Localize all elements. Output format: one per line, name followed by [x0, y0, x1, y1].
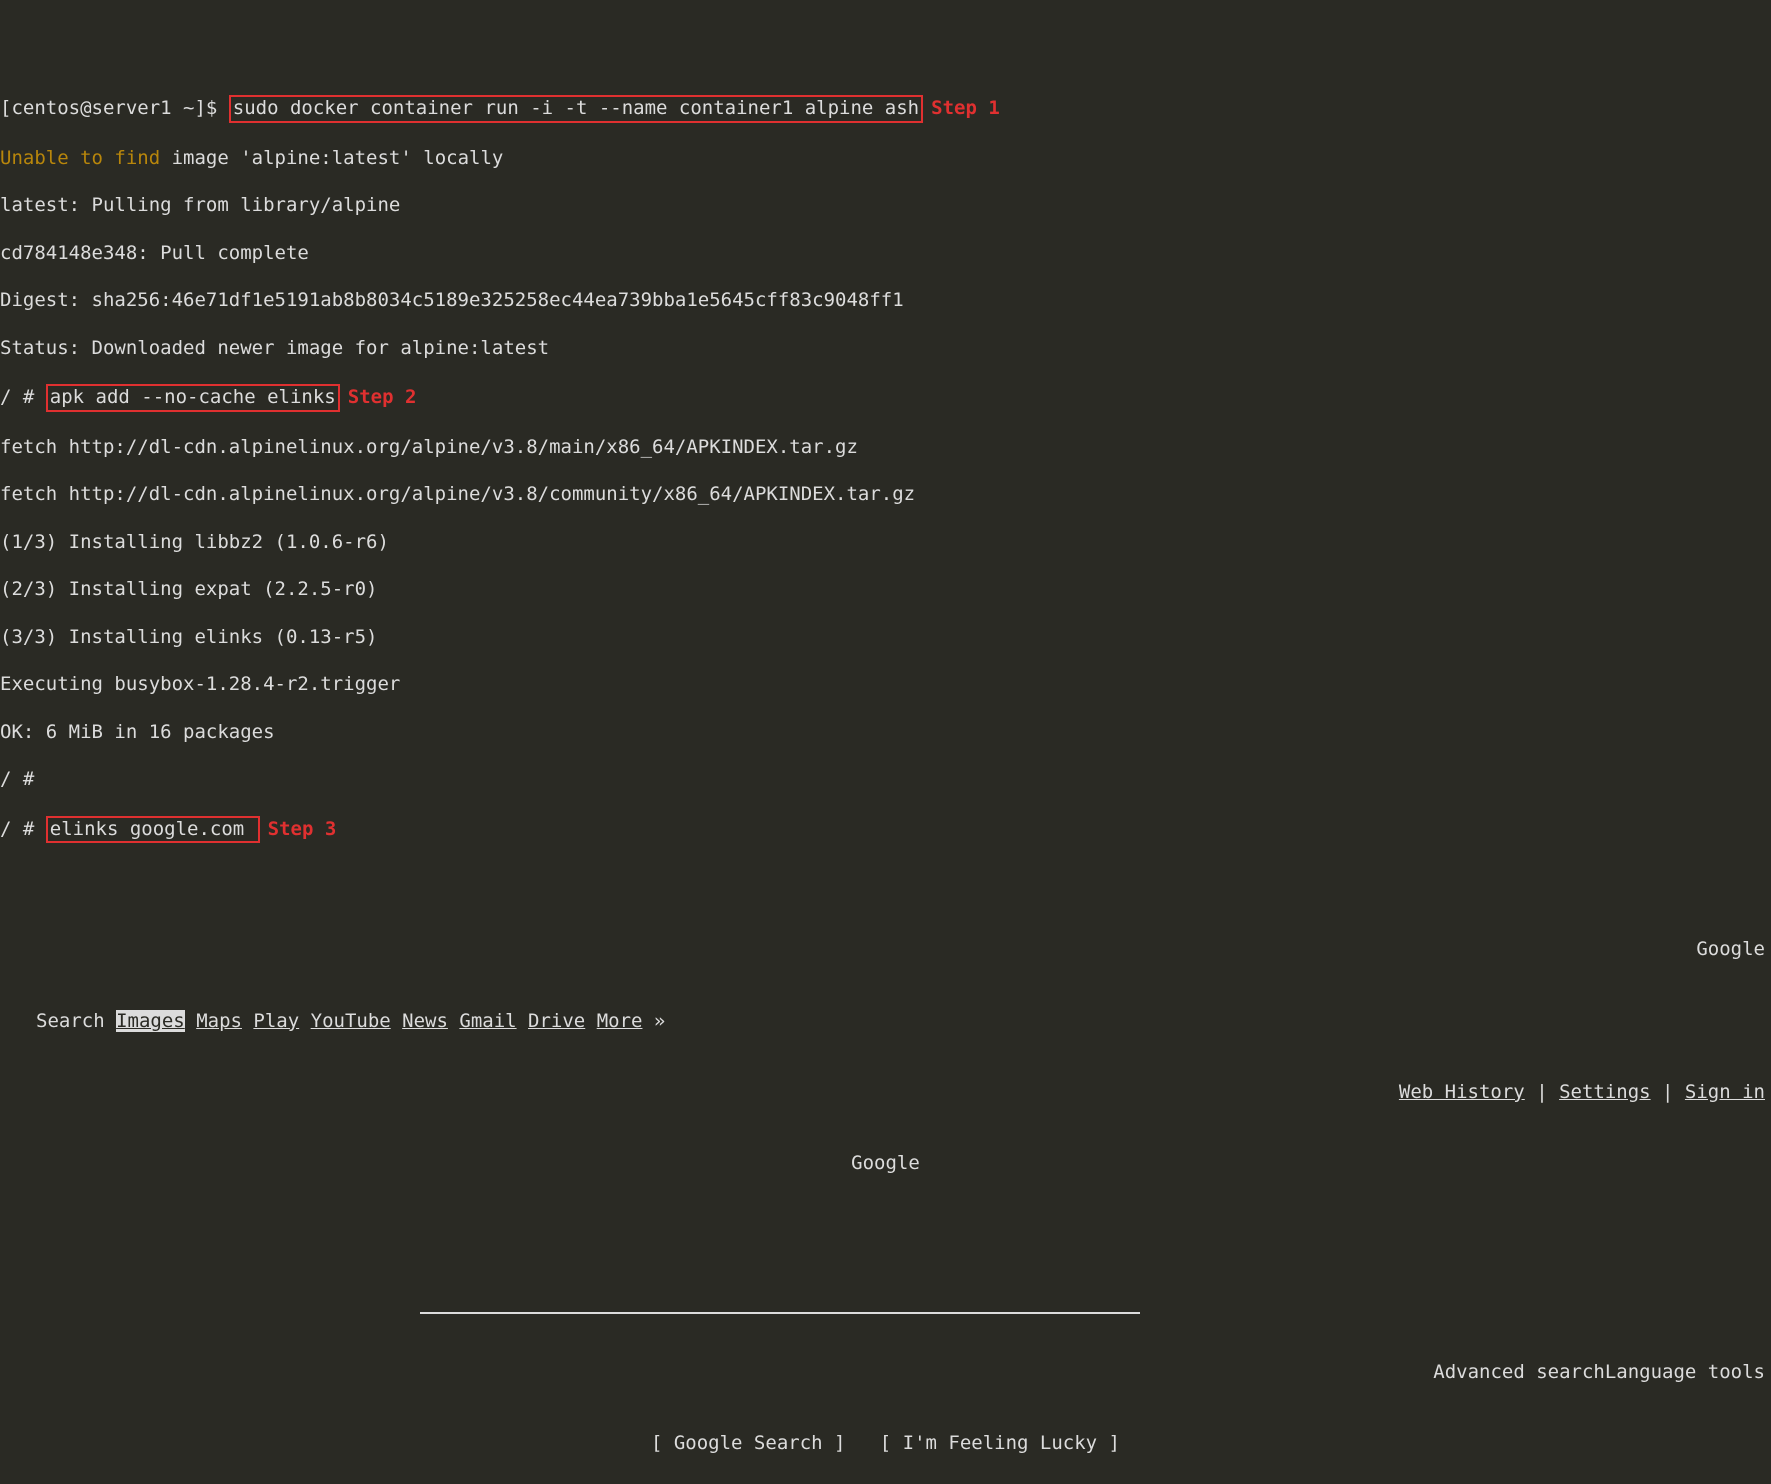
terminal-output: Unable to find image 'alpine:latest' loc…: [0, 147, 1771, 171]
blank-line: [0, 1223, 1771, 1247]
page-title: Google: [0, 938, 1771, 962]
terminal-line-prompt2: / # apk add --no-cache elinks Step 2: [0, 384, 1771, 412]
terminal-line-prompt3: / # elinks google.com Step 3: [0, 816, 1771, 844]
step2-label: Step 2: [348, 386, 417, 408]
warn-text: Unable to find: [0, 147, 160, 169]
nav-maps[interactable]: Maps: [196, 1010, 242, 1032]
nav-search[interactable]: Search: [36, 1010, 105, 1032]
advanced-tools[interactable]: Advanced searchLanguage tools: [0, 1361, 1771, 1385]
terminal-output: (3/3) Installing elinks (0.13-r5): [0, 626, 1771, 650]
link-settings[interactable]: Settings: [1559, 1081, 1651, 1103]
container-prompt: / #: [0, 818, 46, 840]
google-nav-bar: Search Images Maps Play YouTube News Gma…: [0, 1010, 1771, 1034]
elinks-viewport: Google Search Images Maps Play YouTube N…: [0, 891, 1771, 1484]
nav-news[interactable]: News: [402, 1010, 448, 1032]
terminal-output: latest: Pulling from library/alpine: [0, 194, 1771, 218]
nav-play[interactable]: Play: [253, 1010, 299, 1032]
command-3[interactable]: elinks google.com: [50, 818, 256, 840]
google-logo-text: Google: [0, 1152, 1771, 1176]
terminal-line-empty-prompt: / #: [0, 768, 1771, 792]
terminal-output: cd784148e348: Pull complete: [0, 242, 1771, 266]
nav-images[interactable]: Images: [116, 1010, 185, 1032]
google-search-button[interactable]: [ Google Search ]: [651, 1432, 845, 1454]
step2-highlight: apk add --no-cache elinks: [46, 384, 340, 412]
top-right-links: Web History | Settings | Sign in: [0, 1081, 1771, 1105]
search-row: [0, 1295, 1771, 1314]
step3-label: Step 3: [268, 818, 337, 840]
command-1[interactable]: sudo docker container run -i -t --name c…: [233, 97, 919, 119]
nav-gmail[interactable]: Gmail: [459, 1010, 516, 1032]
terminal-output: Executing busybox-1.28.4-r2.trigger: [0, 673, 1771, 697]
link-web-history[interactable]: Web History: [1399, 1081, 1525, 1103]
step3-highlight: elinks google.com: [46, 816, 260, 844]
feeling-lucky-button[interactable]: [ I'm Feeling Lucky ]: [880, 1432, 1120, 1454]
terminal-output: Status: Downloaded newer image for alpin…: [0, 337, 1771, 361]
terminal-output: fetch http://dl-cdn.alpinelinux.org/alpi…: [0, 483, 1771, 507]
terminal-output: Digest: sha256:46e71df1e5191ab8b8034c518…: [0, 289, 1771, 313]
separator: |: [1651, 1081, 1685, 1103]
step1-highlight: sudo docker container run -i -t --name c…: [229, 95, 923, 123]
terminal-line-prompt1: [centos@server1 ~]$ sudo docker containe…: [0, 95, 1771, 123]
command-2[interactable]: apk add --no-cache elinks: [50, 386, 336, 408]
terminal-output: fetch http://dl-cdn.alpinelinux.org/alpi…: [0, 436, 1771, 460]
nav-drive[interactable]: Drive: [528, 1010, 585, 1032]
nav-youtube[interactable]: YouTube: [311, 1010, 391, 1032]
search-buttons-row: [ Google Search ] [ I'm Feeling Lucky ]: [0, 1432, 1771, 1456]
step1-label: Step 1: [931, 97, 1000, 119]
shell-prompt: [centos@server1 ~]$: [0, 97, 229, 119]
nav-more-arrow: »: [654, 1010, 665, 1032]
separator: |: [1525, 1081, 1559, 1103]
nav-more[interactable]: More: [597, 1010, 643, 1032]
terminal-output: OK: 6 MiB in 16 packages: [0, 721, 1771, 745]
container-prompt: / #: [0, 386, 46, 408]
terminal-output: (1/3) Installing libbz2 (1.0.6-r6): [0, 531, 1771, 555]
link-sign-in[interactable]: Sign in: [1685, 1081, 1765, 1103]
terminal-output: (2/3) Installing expat (2.2.5-r0): [0, 578, 1771, 602]
search-input[interactable]: [420, 1295, 1140, 1314]
